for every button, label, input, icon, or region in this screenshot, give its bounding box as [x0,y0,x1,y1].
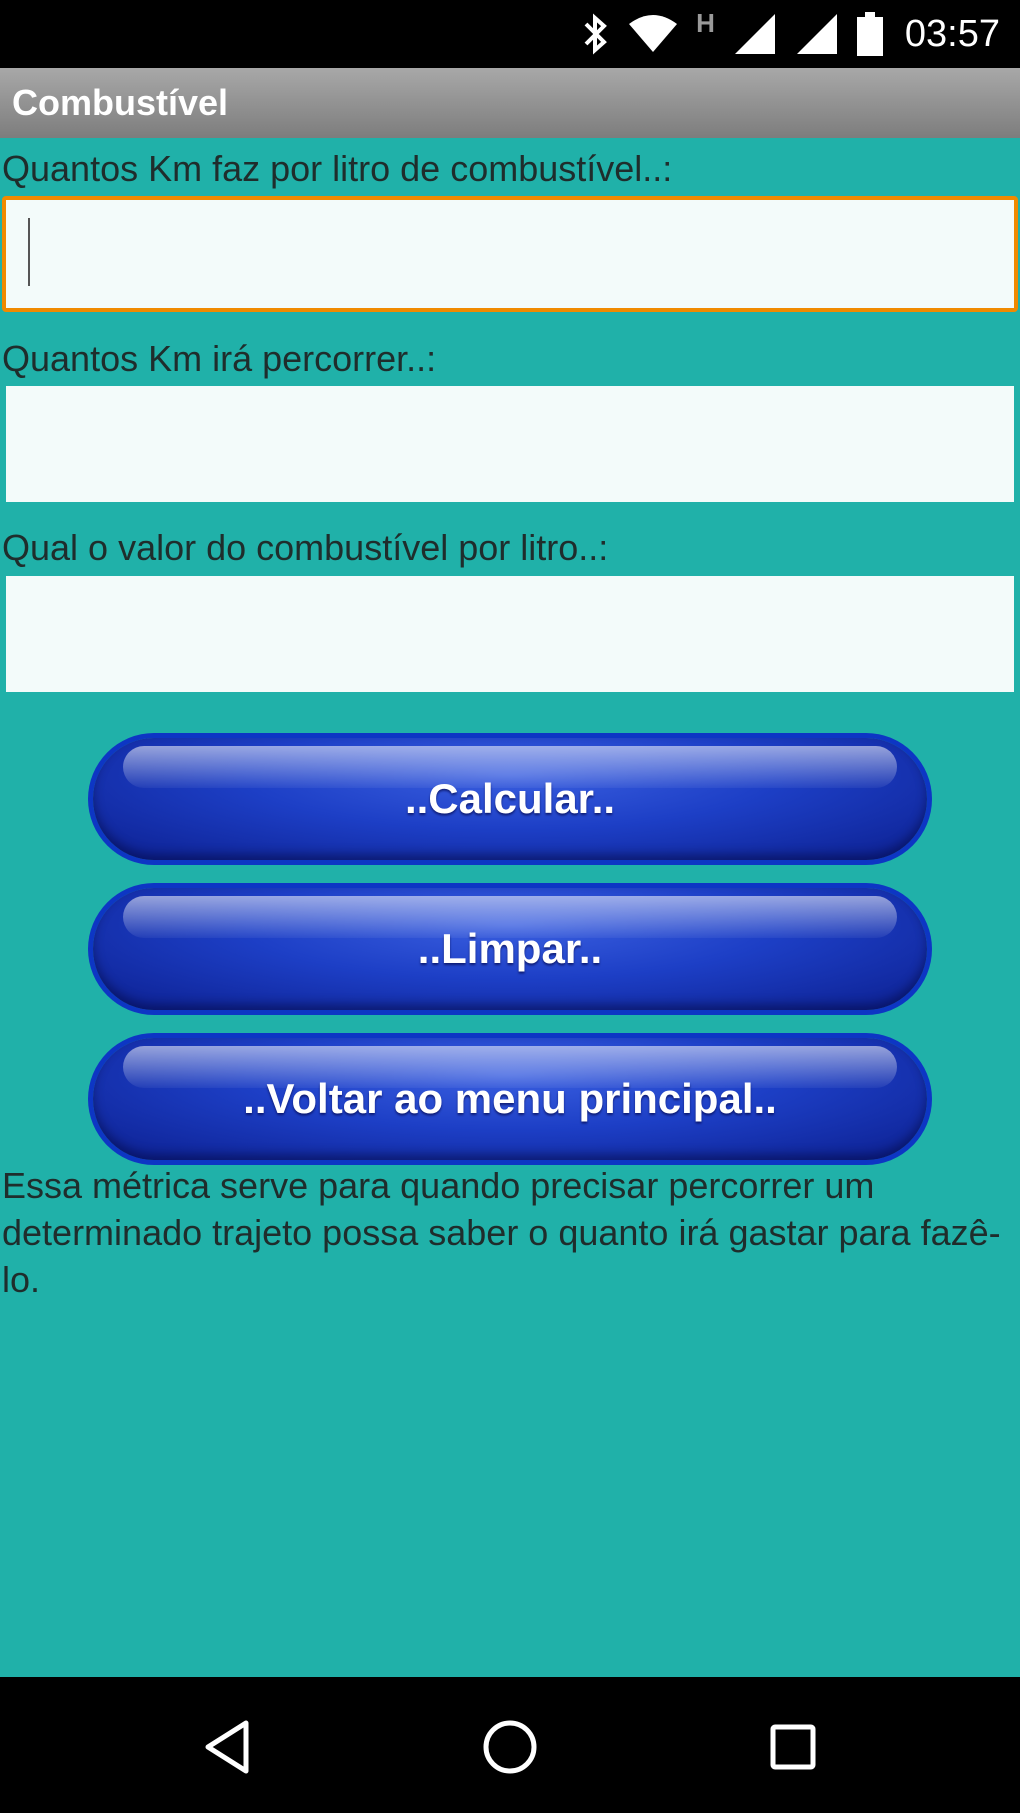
distance-label: Quantos Km irá percorrer..: [2,338,437,379]
signal-icon [733,12,777,56]
network-type-label: H [696,8,715,38]
back-to-menu-button-label: ..Voltar ao menu principal.. [243,1075,777,1122]
calculate-button[interactable]: ..Calcular.. [93,738,927,860]
title-bar: Combustível [0,68,1020,138]
wifi-icon [628,14,678,54]
clock: 03:57 [904,12,1000,55]
bluetooth-icon [582,12,610,56]
text-caret [28,218,30,286]
description-text: Essa métrica serve para quando precisar … [2,1165,1001,1300]
screen: H 03:57 Combustível Quantos Km faz por l… [0,0,1020,1813]
km-per-liter-input[interactable] [2,196,1018,312]
signal-icon [795,12,839,56]
status-icons: H 03:57 [582,0,1000,68]
clear-button-label: ..Limpar.. [417,925,603,972]
clear-button[interactable]: ..Limpar.. [93,888,927,1010]
navigation-bar [0,1677,1020,1813]
page-title: Combustível [12,82,229,123]
calculate-button-label: ..Calcular.. [404,775,616,822]
km-per-liter-label: Quantos Km faz por litro de combustível.… [2,148,673,189]
back-icon[interactable] [198,1717,258,1777]
battery-icon [856,12,883,56]
fuel-price-label: Qual o valor do combustível por litro..: [2,527,609,568]
status-bar: H 03:57 [0,0,1020,68]
fuel-price-input[interactable] [6,576,1014,692]
home-icon[interactable] [480,1717,540,1777]
recents-icon[interactable] [763,1717,823,1777]
back-to-menu-button[interactable]: ..Voltar ao menu principal.. [93,1038,927,1160]
distance-input[interactable] [6,386,1014,502]
